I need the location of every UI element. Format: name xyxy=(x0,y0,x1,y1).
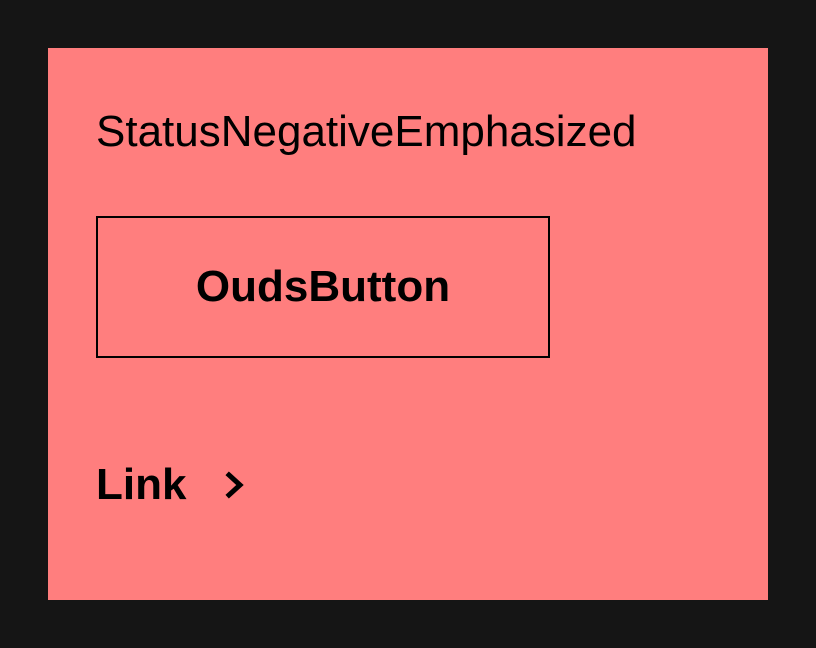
link-label: Link xyxy=(96,460,187,509)
ouds-button[interactable]: OudsButton xyxy=(96,216,550,358)
panel-title: StatusNegativeEmphasized xyxy=(96,107,637,156)
chevron-right-icon xyxy=(222,470,250,500)
ouds-button-label: OudsButton xyxy=(195,262,451,311)
status-negative-emphasized-panel: StatusNegativeEmphasized OudsButton Link xyxy=(48,48,768,600)
link[interactable]: Link xyxy=(96,458,250,512)
